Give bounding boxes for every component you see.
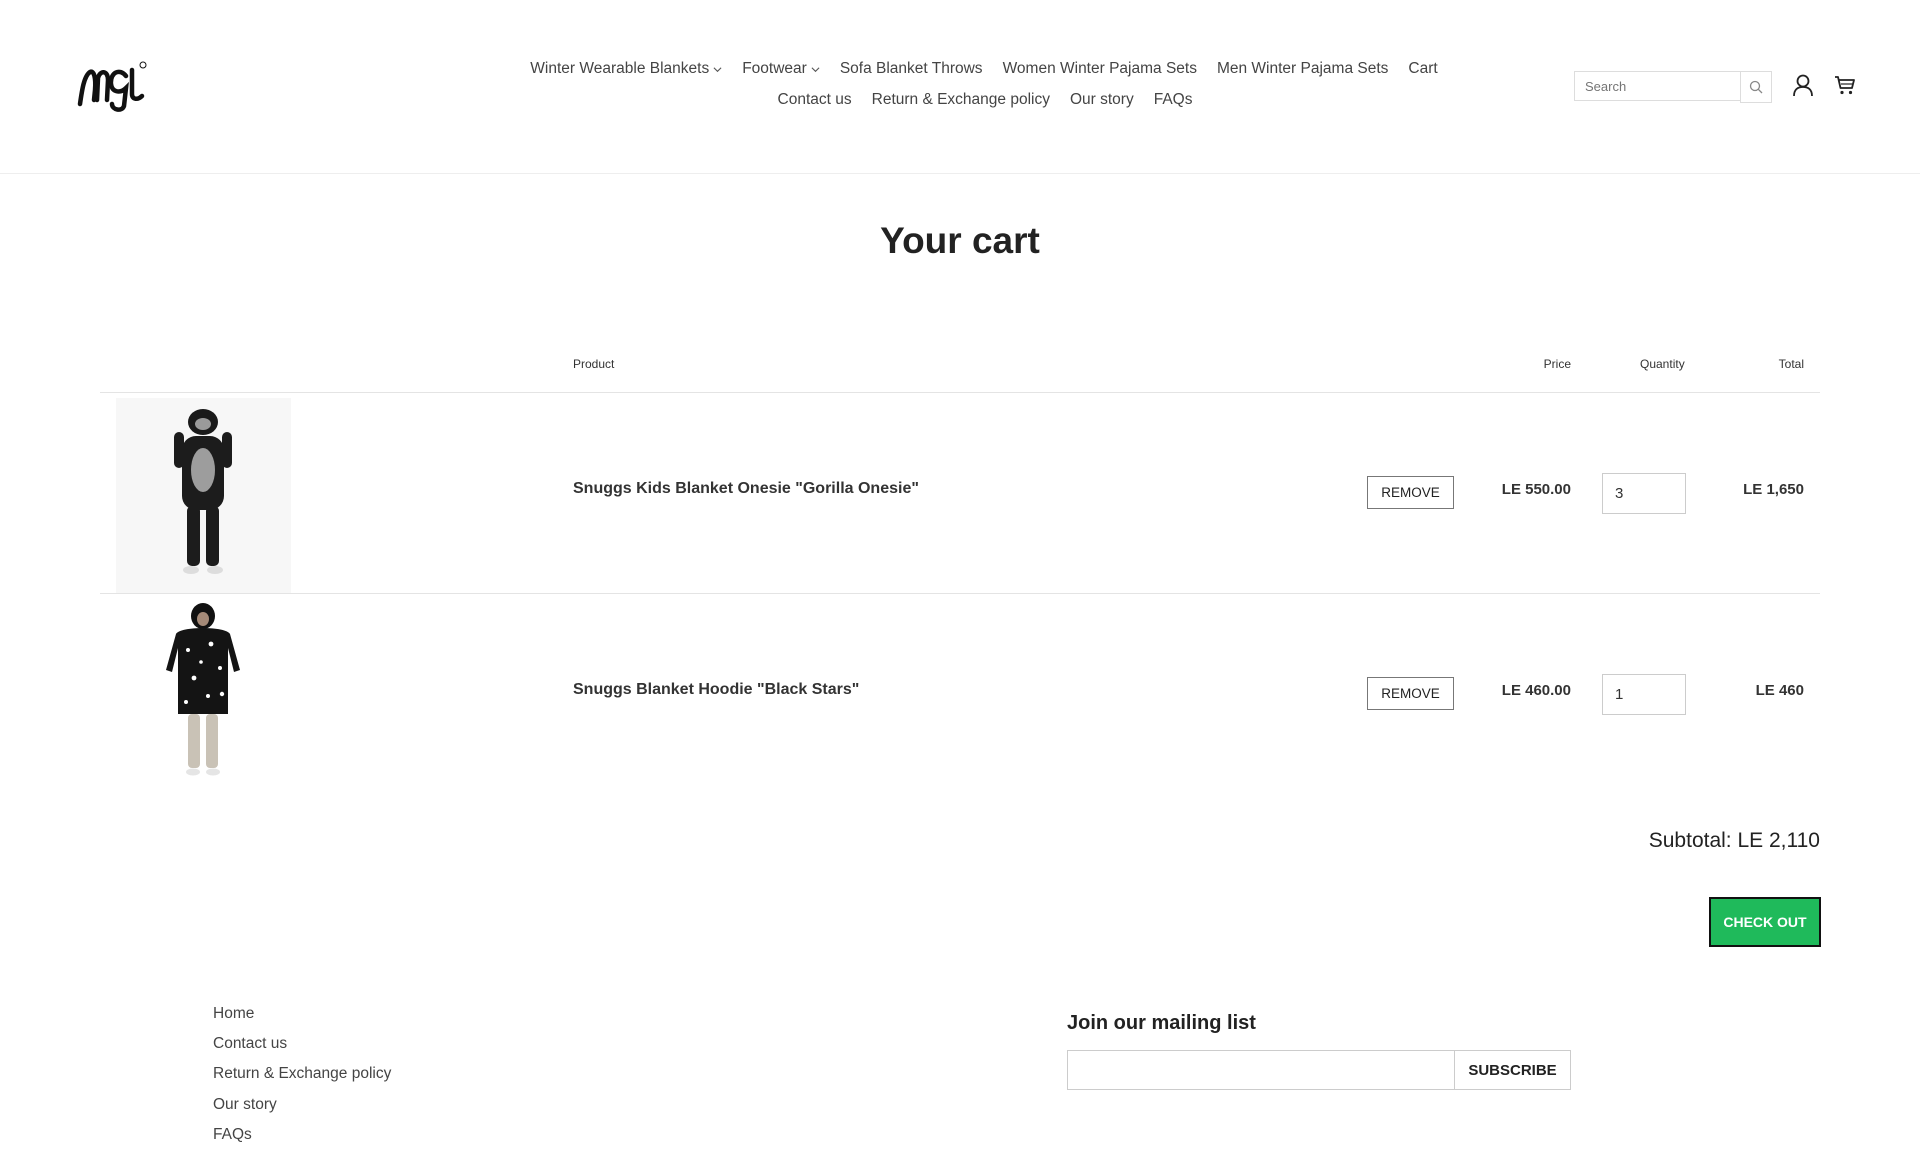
nav-label: Cart	[1408, 60, 1438, 77]
nav-label: Sofa Blanket Throws	[839, 60, 983, 77]
unit-price: LE 460.00	[1501, 682, 1571, 699]
nav-label: Women Winter Pajama Sets	[1002, 60, 1197, 77]
nav-faqs[interactable]: FAQs	[1154, 91, 1193, 109]
footer-link-faqs[interactable]: FAQs	[213, 1126, 391, 1156]
footer-link-our-story[interactable]: Our story	[213, 1096, 391, 1126]
search-input[interactable]	[1574, 71, 1740, 101]
mailing-list-title: Join our mailing list	[1067, 1012, 1256, 1034]
nav-label: Footwear	[742, 60, 807, 77]
product-image-gorilla-onesie[interactable]	[116, 398, 291, 593]
nav-footwear[interactable]: Footwear	[742, 60, 820, 78]
nav-label: Our story	[1069, 91, 1134, 108]
email-field[interactable]	[1067, 1050, 1455, 1090]
product-name[interactable]: Snuggs Kids Blanket Onesie "Gorilla Ones…	[573, 480, 919, 498]
footer-link-contact-us[interactable]: Contact us	[213, 1035, 391, 1065]
nav-return-exchange-policy[interactable]: Return & Exchange policy	[872, 91, 1050, 109]
footer-nav: Home Contact us Return & Exchange policy…	[213, 1005, 391, 1156]
nav-women-winter-pajama-sets[interactable]: Women Winter Pajama Sets	[1003, 60, 1197, 78]
line-total: LE 460	[1755, 682, 1804, 699]
nav-contact-us[interactable]: Contact us	[778, 91, 852, 109]
product-name[interactable]: Snuggs Blanket Hoodie "Black Stars"	[573, 681, 859, 699]
site-header: Winter Wearable Blankets Footwear Sofa B…	[0, 0, 1920, 174]
nav-label: Men Winter Pajama Sets	[1216, 60, 1389, 77]
remove-button[interactable]: REMOVE	[1367, 677, 1454, 710]
chevron-down-icon	[811, 66, 820, 72]
nav-sofa-blanket-throws[interactable]: Sofa Blanket Throws	[840, 60, 983, 78]
quantity-input[interactable]	[1602, 674, 1686, 715]
search-button[interactable]	[1740, 71, 1772, 103]
quantity-input[interactable]	[1602, 473, 1686, 514]
cart-icon[interactable]	[1834, 74, 1856, 96]
remove-button[interactable]: REMOVE	[1367, 476, 1454, 509]
nav-label: Winter Wearable Blankets	[530, 60, 710, 77]
search-form	[1574, 71, 1772, 103]
nav-men-winter-pajama-sets[interactable]: Men Winter Pajama Sets	[1217, 60, 1388, 78]
page-title: Your cart	[880, 220, 1040, 261]
nav-label: Return & Exchange policy	[871, 91, 1050, 108]
unit-price: LE 550.00	[1501, 481, 1571, 498]
nav-label: Contact us	[777, 91, 852, 108]
footer-link-home[interactable]: Home	[213, 1005, 391, 1035]
nav-our-story[interactable]: Our story	[1070, 91, 1134, 109]
column-header-price: Price	[1543, 357, 1571, 371]
line-total: LE 1,650	[1743, 481, 1804, 498]
product-image-black-stars-hoodie[interactable]	[116, 598, 291, 793]
column-header-quantity: Quantity	[1640, 357, 1685, 371]
nav-label: FAQs	[1153, 91, 1193, 108]
subscribe-button[interactable]: SUBSCRIBE	[1454, 1050, 1571, 1090]
column-header-total: Total	[1778, 357, 1804, 371]
footer-link-return-exchange-policy[interactable]: Return & Exchange policy	[213, 1065, 391, 1095]
checkout-button[interactable]: CHECK OUT	[1709, 897, 1821, 947]
search-icon	[1749, 80, 1763, 94]
nav-winter-wearable-blankets[interactable]: Winter Wearable Blankets	[530, 60, 722, 78]
column-header-product: Product	[573, 357, 615, 371]
divider	[100, 593, 1820, 594]
nav-cart[interactable]: Cart	[1408, 60, 1437, 78]
user-icon[interactable]	[1792, 73, 1814, 97]
chevron-down-icon	[713, 66, 722, 72]
divider	[100, 392, 1820, 393]
cart-subtotal: Subtotal: LE 2,110	[1648, 829, 1820, 852]
